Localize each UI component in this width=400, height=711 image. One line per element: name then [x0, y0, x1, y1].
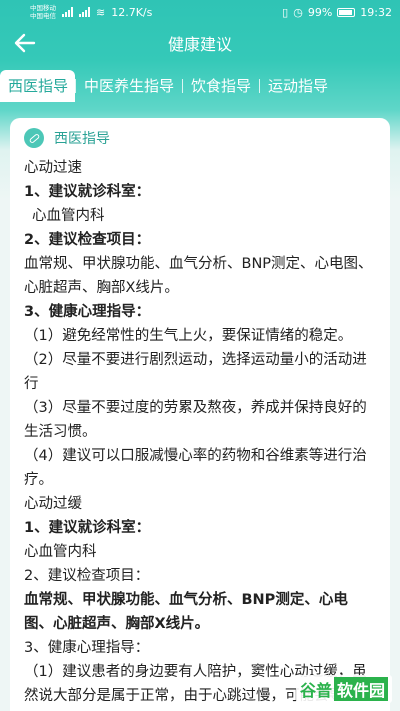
- carrier-2: 中国电信: [30, 12, 56, 20]
- tab-western-medicine[interactable]: 西医指导: [0, 70, 76, 102]
- subheading: 1、建议就诊科室：: [24, 520, 151, 536]
- nav-bar: 健康建议: [0, 24, 400, 62]
- carrier-1: 中国移动: [30, 4, 56, 12]
- watermark-text-b: 软件园: [333, 677, 388, 701]
- tab-diet[interactable]: 饮食指导: [183, 70, 259, 102]
- page-title: 健康建议: [167, 35, 232, 54]
- subheading: 3、健康心理指导：: [24, 304, 151, 320]
- status-right: ▯ ◷ 99% 19:32: [282, 6, 392, 19]
- carrier-names: 中国移动 中国电信: [30, 4, 56, 20]
- text-paragraph: （4）建议可以口服减慢心率的药物和谷维素等进行治疗。: [24, 448, 367, 488]
- text-paragraph: （3）尽量不要过度的劳累及熬夜，养成并保持良好的生活习惯。: [24, 400, 367, 440]
- text-line: 心血管内科: [24, 544, 97, 560]
- network-speed: 12.7K/s: [111, 5, 153, 19]
- battery-percent: 99%: [307, 5, 333, 19]
- section-title: 心动过速: [24, 160, 82, 176]
- tab-bar: 西医指导 中医养生指导 饮食指导 运动指导: [0, 70, 400, 102]
- text-paragraph: 血常规、甲状腺功能、血气分析、BNP测定、心电图、心脏超声、胸部X线片。: [24, 592, 348, 632]
- alarm-icon: ◷: [293, 5, 303, 19]
- text-paragraph: 血常规、甲状腺功能、血气分析、BNP测定、心电图、心脏超声、胸部X线片。: [24, 256, 373, 296]
- status-bar: 中国移动 中国电信 ≋ 12.7K/s ▯ ◷ 99% 19:32: [0, 0, 400, 24]
- watermark-text-a: 谷普: [299, 681, 332, 700]
- card-header: 西医指导: [24, 126, 376, 150]
- battery-icon: [337, 7, 356, 17]
- subheading: 1、建议就诊科室：: [24, 184, 151, 200]
- tab-exercise[interactable]: 运动指导: [260, 70, 336, 102]
- subheading: 3、健康心理指导：: [24, 640, 150, 656]
- text-line: 心血管内科: [32, 208, 105, 224]
- signal-icon: [62, 7, 73, 17]
- pill-icon: [24, 128, 44, 148]
- clock-time: 19:32: [360, 5, 392, 19]
- text-paragraph: （1）避免经常性的生气上火，要保证情绪的稳定。: [24, 328, 353, 344]
- advice-card: 西医指导 心动过速 1、建议就诊科室： 心血管内科 2、建议检查项目： 血常规、…: [10, 118, 390, 711]
- subheading: 2、建议检查项目：: [24, 232, 151, 248]
- wifi-icon: ≋: [96, 5, 106, 19]
- vibrate-icon: ▯: [282, 5, 289, 19]
- watermark-logo: 谷普 软件园: [295, 675, 392, 703]
- subheading: 2、建议检查项目：: [24, 568, 150, 584]
- section-title: 心动过缓: [24, 496, 82, 512]
- tab-tcm-health[interactable]: 中医养生指导: [76, 70, 182, 102]
- advice-content: 心动过速 1、建议就诊科室： 心血管内科 2、建议检查项目： 血常规、甲状腺功能…: [24, 156, 376, 711]
- signal-icon-2: [79, 7, 90, 17]
- arrow-left-icon[interactable]: [12, 30, 38, 56]
- status-left: 中国移动 中国电信 ≋ 12.7K/s: [30, 4, 152, 20]
- card-title: 西医指导: [54, 131, 110, 147]
- text-paragraph: （2）尽量不要进行剧烈运动，选择运动量小的活动进行: [24, 352, 367, 392]
